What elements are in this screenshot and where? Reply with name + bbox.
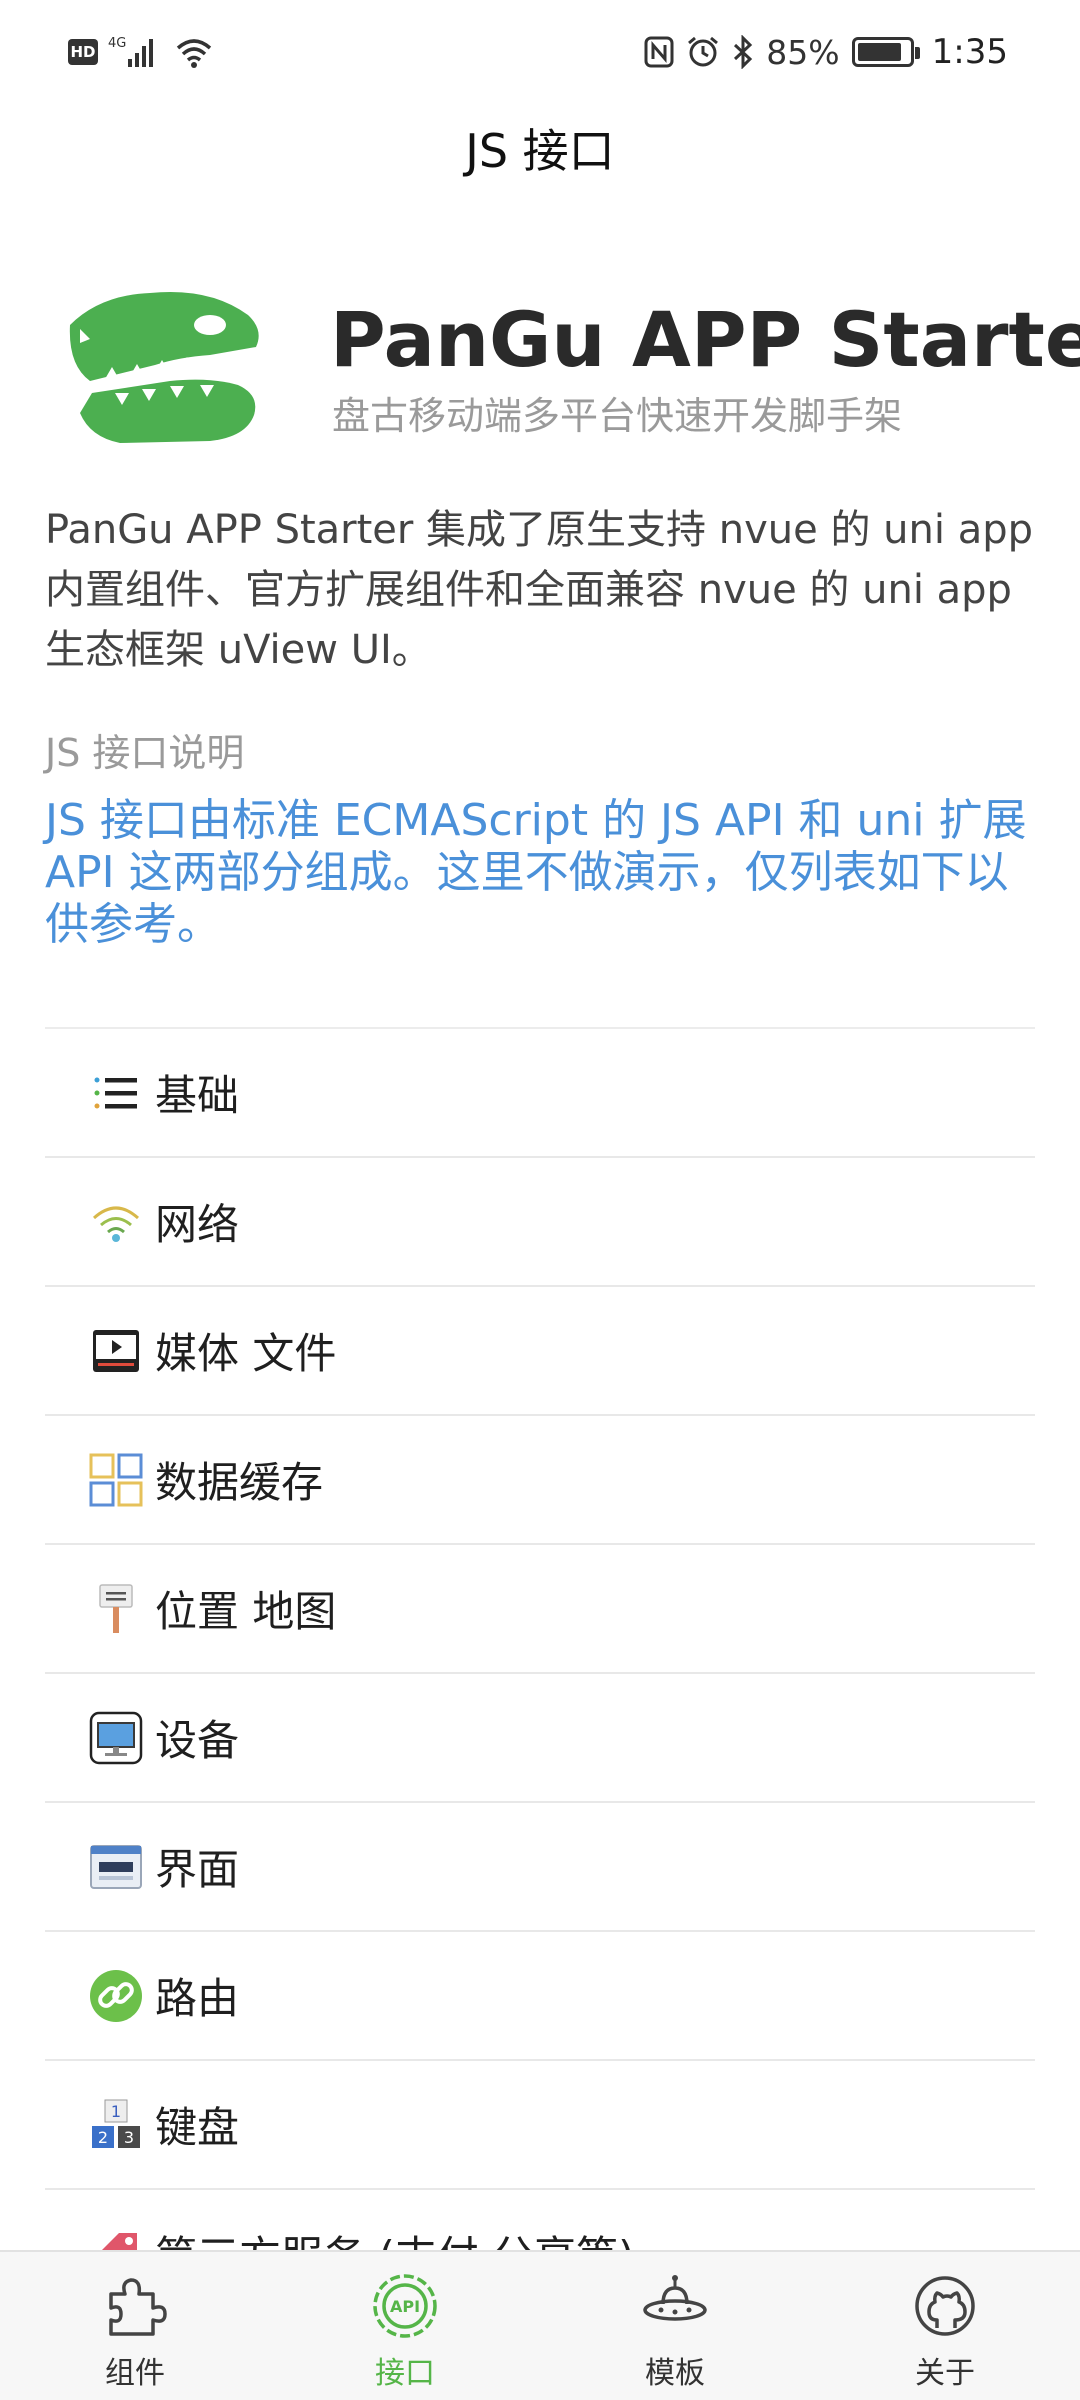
- media-player-icon: [87, 1322, 145, 1380]
- hd-badge: HD: [68, 39, 98, 65]
- list-icon: [87, 1064, 145, 1122]
- list-item-label: 网络: [155, 1200, 240, 1249]
- list-item-keyboard[interactable]: 1 2 3 键盘: [45, 2061, 1035, 2190]
- network-type-label: 4G: [108, 36, 126, 51]
- battery-percent: 85%: [766, 32, 840, 72]
- tab-label: 关于: [915, 2356, 975, 2391]
- intro-text: PanGu APP Starter 集成了原生支持 nvue 的 uni app…: [45, 507, 1034, 673]
- app-subtitle: 盘古移动端多平台快速开发脚手架: [332, 394, 903, 438]
- list-item-label: 位置 地图: [155, 1587, 337, 1636]
- monitor-icon: [87, 1709, 145, 1767]
- grid-icon: [87, 1451, 145, 1509]
- dinosaur-logo-icon: [69, 291, 259, 443]
- puzzle-icon: [109, 2278, 167, 2336]
- window-icon: [87, 1838, 145, 1896]
- svg-text:API: API: [390, 2297, 420, 2316]
- section-description: JS 接口由标准 ECMAScript 的 JS API 和 uni 扩展 AP…: [45, 795, 1027, 950]
- battery-icon: [851, 37, 920, 67]
- list-item-network[interactable]: 网络: [45, 1158, 1035, 1287]
- tab-templates[interactable]: 模板: [540, 2252, 810, 2400]
- list-item-location[interactable]: 位置 地图: [45, 1545, 1035, 1674]
- tab-label: 组件: [105, 2356, 165, 2391]
- list-item-interface[interactable]: 界面: [45, 1803, 1035, 1932]
- github-icon: [915, 2276, 975, 2336]
- tab-bar: 组件 API 接口 模板 关于: [0, 2250, 1080, 2400]
- status-time: 1:35: [931, 32, 1008, 72]
- list-item-label: 数据缓存: [155, 1458, 324, 1507]
- list-item-media[interactable]: 媒体 文件: [45, 1287, 1035, 1416]
- list-item-storage[interactable]: 数据缓存: [45, 1416, 1035, 1545]
- list-item-basic[interactable]: 基础: [45, 1029, 1035, 1158]
- nav-bar: JS 接口: [0, 104, 1080, 192]
- list-item-label: 第三方服务 (支付 分享等): [155, 2223, 634, 2250]
- list-item-routing[interactable]: 路由: [45, 1932, 1035, 2061]
- svg-text:3: 3: [124, 2128, 134, 2147]
- tab-components[interactable]: 组件: [0, 2252, 270, 2400]
- list-item-third-party[interactable]: 第三方服务 (支付 分享等): [45, 2190, 1035, 2250]
- page-title: JS 接口: [465, 124, 615, 178]
- api-gear-icon: API: [373, 2274, 437, 2338]
- list-item-label: 媒体 文件: [155, 1329, 337, 1378]
- number-keys-icon: 1 2 3: [87, 2096, 145, 2154]
- hero: PanGu APP Starter 盘古移动端多平台快速开发脚手架: [60, 285, 1080, 445]
- status-right: 85% 1:35: [644, 28, 1008, 76]
- tab-api[interactable]: API 接口: [270, 2252, 540, 2400]
- api-list: 基础 网络 媒体 文件 数据缓存 位置 地图 设备 界面 路由 1 2 3 键盘: [45, 1027, 1035, 2250]
- list-item-label: 键盘: [155, 2103, 240, 2152]
- list-item-label: 路由: [155, 1974, 240, 2023]
- app-title: PanGu APP Starter: [330, 295, 1080, 384]
- tab-label: 模板: [645, 2356, 705, 2391]
- list-item-device[interactable]: 设备: [45, 1674, 1035, 1803]
- status-left: HD 4G: [68, 30, 214, 74]
- wifi-status-icon: [176, 39, 212, 68]
- battery-tip: [914, 47, 920, 59]
- list-item-label: 基础: [155, 1071, 240, 1120]
- tab-label: 接口: [375, 2356, 435, 2391]
- list-item-label: 界面: [155, 1845, 240, 1894]
- signpost-icon: [87, 1580, 145, 1638]
- battery-fill: [857, 43, 901, 61]
- tab-about[interactable]: 关于: [810, 2252, 1080, 2400]
- tag-icon: [87, 2225, 145, 2250]
- nfc-icon: [644, 36, 674, 68]
- bluetooth-icon: [734, 35, 753, 69]
- section-label: JS 接口说明: [45, 731, 245, 775]
- wifi-icon: [87, 1193, 145, 1251]
- ufo-icon: [643, 2275, 707, 2321]
- svg-text:1: 1: [111, 2102, 121, 2121]
- status-bar: HD 4G 85% 1:35: [0, 0, 1080, 104]
- svg-text:2: 2: [98, 2128, 108, 2147]
- list-item-label: 设备: [155, 1716, 240, 1765]
- alarm-icon: [688, 36, 719, 67]
- signal-icon: 4G: [108, 36, 153, 67]
- link-icon: [87, 1967, 145, 2025]
